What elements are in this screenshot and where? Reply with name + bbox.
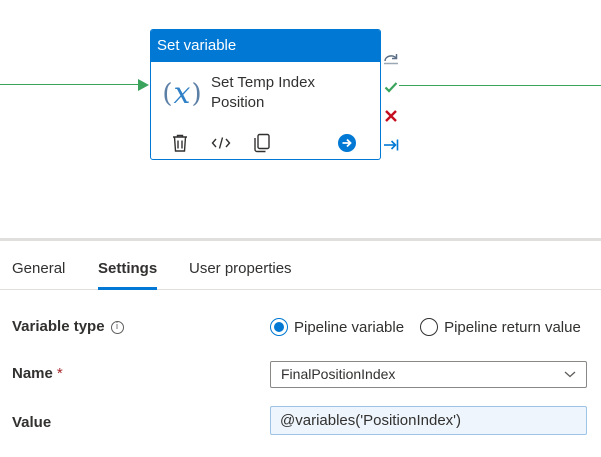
activity-toolbar <box>169 131 292 155</box>
incoming-connector-line <box>0 84 140 85</box>
radio-selected-dot <box>274 322 284 332</box>
radio-pipeline-variable-label: Pipeline variable <box>294 318 405 336</box>
variable-type-label-text: Variable type <box>12 318 105 335</box>
activity-name-line2: Position <box>211 94 265 111</box>
tab-settings-label: Settings <box>98 260 158 277</box>
incoming-connector-arrow <box>138 79 149 91</box>
variable-type-radio-group: Pipeline variable Pipeline return value <box>270 317 597 337</box>
required-mark: * <box>56 365 63 382</box>
value-label: Value <box>12 414 52 431</box>
activity-name: Set Temp Index Position <box>211 73 371 113</box>
value-expression-input[interactable]: @variables('PositionIndex') <box>270 406 587 435</box>
name-dropdown-value: FinalPositionIndex <box>281 366 396 382</box>
properties-tabs: General Settings User properties <box>0 241 601 290</box>
active-tab-indicator <box>98 287 158 290</box>
activity-output-ports <box>383 50 401 166</box>
tab-general[interactable]: General <box>12 241 65 289</box>
tab-settings[interactable]: Settings <box>98 241 158 290</box>
radio-pipeline-return-value-circle[interactable] <box>420 318 439 336</box>
name-dropdown[interactable]: FinalPositionIndex <box>270 361 587 388</box>
set-variable-activity[interactable]: Set variable (x) Set Temp Index Position <box>150 29 381 160</box>
failure-icon[interactable] <box>383 108 399 124</box>
outgoing-connector-line <box>399 85 601 86</box>
radio-pipeline-return-value-label: Pipeline return value <box>444 318 581 336</box>
copy-icon[interactable] <box>251 132 273 154</box>
tab-user-properties[interactable]: User properties <box>189 241 292 289</box>
radio-pipeline-variable-circle[interactable] <box>270 318 288 336</box>
activity-type-header: Set variable <box>151 30 380 62</box>
radio-pipeline-return-value[interactable]: Pipeline return value <box>420 318 581 336</box>
name-label-text: Name <box>12 365 53 382</box>
variable-icon: (x) <box>162 76 202 111</box>
delete-icon[interactable] <box>169 132 191 154</box>
activity-name-line1: Set Temp Index <box>211 74 315 91</box>
radio-pipeline-variable[interactable]: Pipeline variable <box>270 318 404 336</box>
chevron-down-icon <box>564 371 576 378</box>
run-arrow-icon[interactable] <box>338 134 356 152</box>
code-icon[interactable] <box>210 132 232 154</box>
success-icon[interactable] <box>383 79 399 95</box>
value-expression-text: @variables('PositionIndex') <box>280 412 462 429</box>
skip-icon[interactable] <box>383 50 399 66</box>
pipeline-canvas[interactable]: Set variable (x) Set Temp Index Position <box>0 0 601 238</box>
info-icon[interactable]: i <box>110 321 124 334</box>
name-label: Name * <box>12 365 63 382</box>
completion-icon[interactable] <box>383 137 399 153</box>
variable-type-label: Variable type i <box>12 318 124 335</box>
